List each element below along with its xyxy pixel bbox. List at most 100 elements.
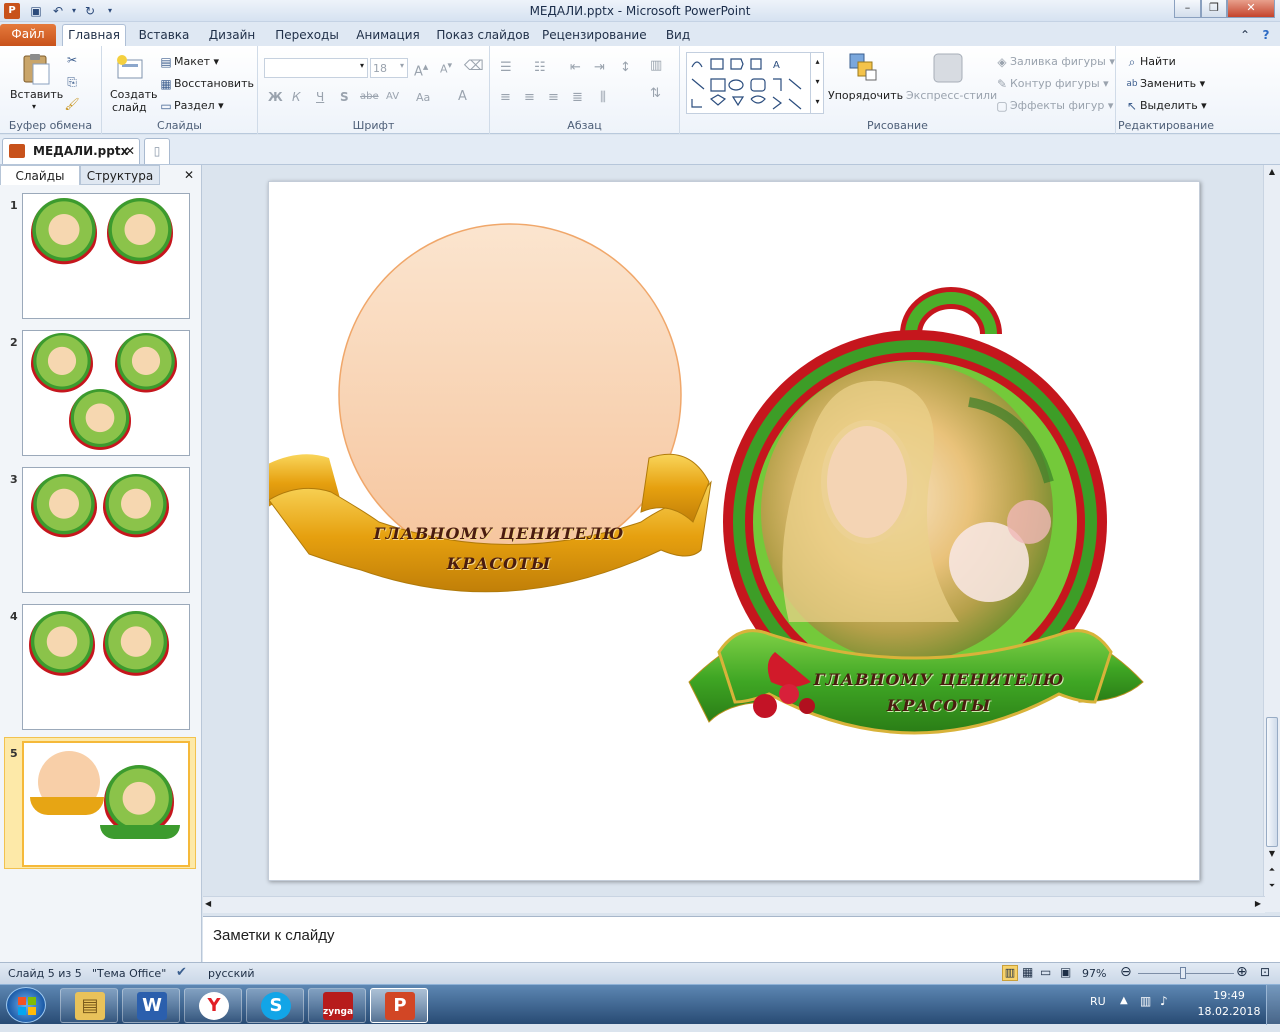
taskbar-explorer[interactable]: ▤ — [60, 988, 118, 1023]
taskbar-yandex[interactable]: Y — [184, 988, 242, 1023]
notes-pane[interactable]: Заметки к слайду — [203, 916, 1280, 962]
section-button[interactable]: ▭ Раздел ▾ — [158, 98, 223, 114]
next-slide-icon[interactable]: ⏷ — [1265, 881, 1279, 895]
help-icon[interactable]: ? — [1256, 26, 1276, 46]
scroll-left-icon[interactable]: ◀ — [205, 899, 211, 908]
font-family-dropdown-icon[interactable]: ▾ — [360, 61, 364, 70]
previous-slide-icon[interactable]: ⏶ — [1265, 865, 1279, 879]
slide-thumbnail-3[interactable] — [22, 467, 190, 593]
arrange-icon[interactable] — [846, 52, 878, 84]
maximize-button[interactable]: ❐ — [1201, 0, 1227, 18]
text-direction-icon[interactable]: ⇅ — [650, 86, 661, 101]
slideshow-view-icon[interactable]: ▣ — [1060, 965, 1071, 979]
minimize-ribbon-icon[interactable]: ⌃ — [1236, 26, 1254, 46]
fit-to-window-icon[interactable]: ⊡ — [1260, 965, 1270, 979]
scroll-up-icon[interactable]: ▲ — [1265, 167, 1279, 179]
tab-slides-pane[interactable]: Слайды — [0, 165, 80, 185]
volume-icon[interactable]: ♪ — [1160, 994, 1168, 1008]
show-hidden-icons-icon[interactable]: ▲ — [1120, 995, 1128, 1006]
layout-button[interactable]: ▤ Макет ▾ — [158, 54, 219, 70]
input-language[interactable]: RU — [1090, 995, 1106, 1008]
document-tab[interactable]: МЕДАЛИ.pptx ✕ — [2, 138, 140, 164]
close-document-icon[interactable]: ✕ — [125, 139, 135, 163]
new-slide-label-2[interactable]: слайд — [112, 101, 147, 114]
tab-outline-pane[interactable]: Структура — [80, 165, 160, 185]
clear-format-icon[interactable]: ⌫ — [464, 58, 484, 74]
copy-icon[interactable]: ⎘ — [64, 74, 80, 90]
shapes-gallery[interactable]: A — [686, 52, 824, 114]
line-spacing-icon[interactable]: ↕ — [620, 60, 631, 75]
shapes-scroll-icon[interactable]: ▴ ▾ ▾ — [810, 52, 824, 114]
decrease-indent-icon[interactable]: ⇤ — [570, 60, 581, 75]
taskbar-word[interactable]: W — [122, 988, 180, 1023]
right-medal-text-line2[interactable]: КРАСОТЫ — [789, 696, 1089, 715]
shape-fill-button[interactable]: ◈ Заливка фигуры ▾ — [994, 54, 1115, 70]
paste-dropdown-icon[interactable]: ▾ — [32, 102, 36, 111]
bullets-icon[interactable]: ☰ — [500, 60, 512, 75]
slide-canvas[interactable]: ГЛАВНОМУ ЦЕНИТЕЛЮ КРАСОТЫ ГЛАВНОМУ ЦЕНИТ… — [268, 181, 1200, 881]
tab-slideshow[interactable]: Показ слайдов — [436, 26, 530, 46]
scroll-thumb[interactable] — [1266, 717, 1278, 847]
font-size-input[interactable]: 18 ▾ — [370, 58, 408, 78]
italic-button[interactable]: К — [292, 90, 301, 104]
tab-view[interactable]: Вид — [656, 26, 700, 46]
arrange-button[interactable]: Упорядочить — [828, 89, 903, 102]
left-medal-text-line1[interactable]: ГЛАВНОМУ ЦЕНИТЕЛЮ — [349, 524, 649, 543]
quick-styles-icon[interactable] — [932, 52, 964, 84]
increase-indent-icon[interactable]: ⇥ — [594, 60, 605, 75]
close-button[interactable]: ✕ — [1227, 0, 1275, 18]
vertical-scrollbar[interactable]: ▲ ▼ ⏶ ⏷ — [1263, 165, 1280, 912]
taskbar-powerpoint[interactable]: P — [370, 988, 428, 1023]
tab-transitions[interactable]: Переходы — [272, 26, 342, 46]
bold-button[interactable]: Ж — [268, 90, 283, 104]
new-slide-icon[interactable] — [114, 52, 146, 84]
scroll-right-icon[interactable]: ▶ — [1255, 899, 1261, 908]
taskbar-zynga[interactable]: zynga — [308, 988, 366, 1023]
tab-file[interactable]: Файл — [0, 24, 56, 46]
slide-thumbnail-1[interactable] — [22, 193, 190, 319]
scroll-down-icon[interactable]: ▼ — [1265, 849, 1279, 861]
start-button[interactable] — [6, 987, 46, 1023]
zoom-out-icon[interactable]: ⊖ — [1120, 964, 1132, 980]
quick-styles-button[interactable]: Экспресс-стили — [906, 89, 997, 102]
font-color-button[interactable]: A — [458, 89, 467, 104]
slide-thumbnail-4[interactable] — [22, 604, 190, 730]
tab-review[interactable]: Рецензирование — [542, 26, 647, 46]
normal-view-icon[interactable]: ▥ — [1002, 965, 1018, 981]
slide-sorter-icon[interactable]: ▦ — [1022, 965, 1033, 979]
columns-icon[interactable]: ▥ — [650, 58, 662, 73]
spellcheck-icon[interactable]: ✔ — [176, 965, 187, 980]
align-center-icon[interactable]: ≡ — [524, 90, 535, 105]
replace-button[interactable]: ab Заменить ▾ — [1124, 76, 1205, 92]
font-size-dropdown-icon[interactable]: ▾ — [400, 61, 404, 70]
right-medal-text-line1[interactable]: ГЛАВНОМУ ЦЕНИТЕЛЮ — [789, 670, 1089, 689]
taskbar-skype[interactable]: S — [246, 988, 304, 1023]
text-columns-icon[interactable]: ⫼ — [600, 90, 606, 105]
network-icon[interactable]: ▥ — [1140, 994, 1151, 1008]
tab-animation[interactable]: Анимация — [352, 26, 424, 46]
font-family-input[interactable]: ▾ — [264, 58, 368, 78]
tab-home[interactable]: Главная — [62, 24, 126, 46]
tab-insert[interactable]: Вставка — [136, 26, 192, 46]
strikethrough-button[interactable]: abe — [360, 91, 379, 102]
shrink-font-icon[interactable]: A▾ — [440, 60, 452, 76]
align-right-icon[interactable]: ≡ — [548, 90, 559, 105]
shape-outline-button[interactable]: ✎ Контур фигуры ▾ — [994, 76, 1109, 92]
clock-time[interactable]: 19:49 — [1204, 989, 1254, 1002]
select-button[interactable]: ↖ Выделить ▾ — [1124, 98, 1207, 114]
align-left-icon[interactable]: ≡ — [500, 90, 511, 105]
minimize-button[interactable]: – — [1174, 0, 1201, 18]
change-case-button[interactable]: Aa — [416, 91, 430, 104]
zoom-in-icon[interactable]: ⊕ — [1236, 964, 1248, 980]
zoom-level[interactable]: 97% — [1082, 967, 1106, 980]
notes-placeholder[interactable]: Заметки к слайду — [213, 927, 335, 944]
char-spacing-button[interactable]: AV — [386, 91, 399, 102]
reset-button[interactable]: ▦ Восстановить — [158, 76, 254, 92]
close-pane-icon[interactable]: ✕ — [178, 165, 200, 185]
new-slide-label-1[interactable]: Создать — [110, 88, 158, 101]
slide-thumbnail-2[interactable] — [22, 330, 190, 456]
paste-icon[interactable] — [20, 52, 52, 85]
slide-thumbnail-5[interactable] — [22, 741, 190, 867]
zoom-slider[interactable] — [1138, 973, 1234, 974]
zoom-slider-thumb[interactable] — [1180, 967, 1186, 979]
